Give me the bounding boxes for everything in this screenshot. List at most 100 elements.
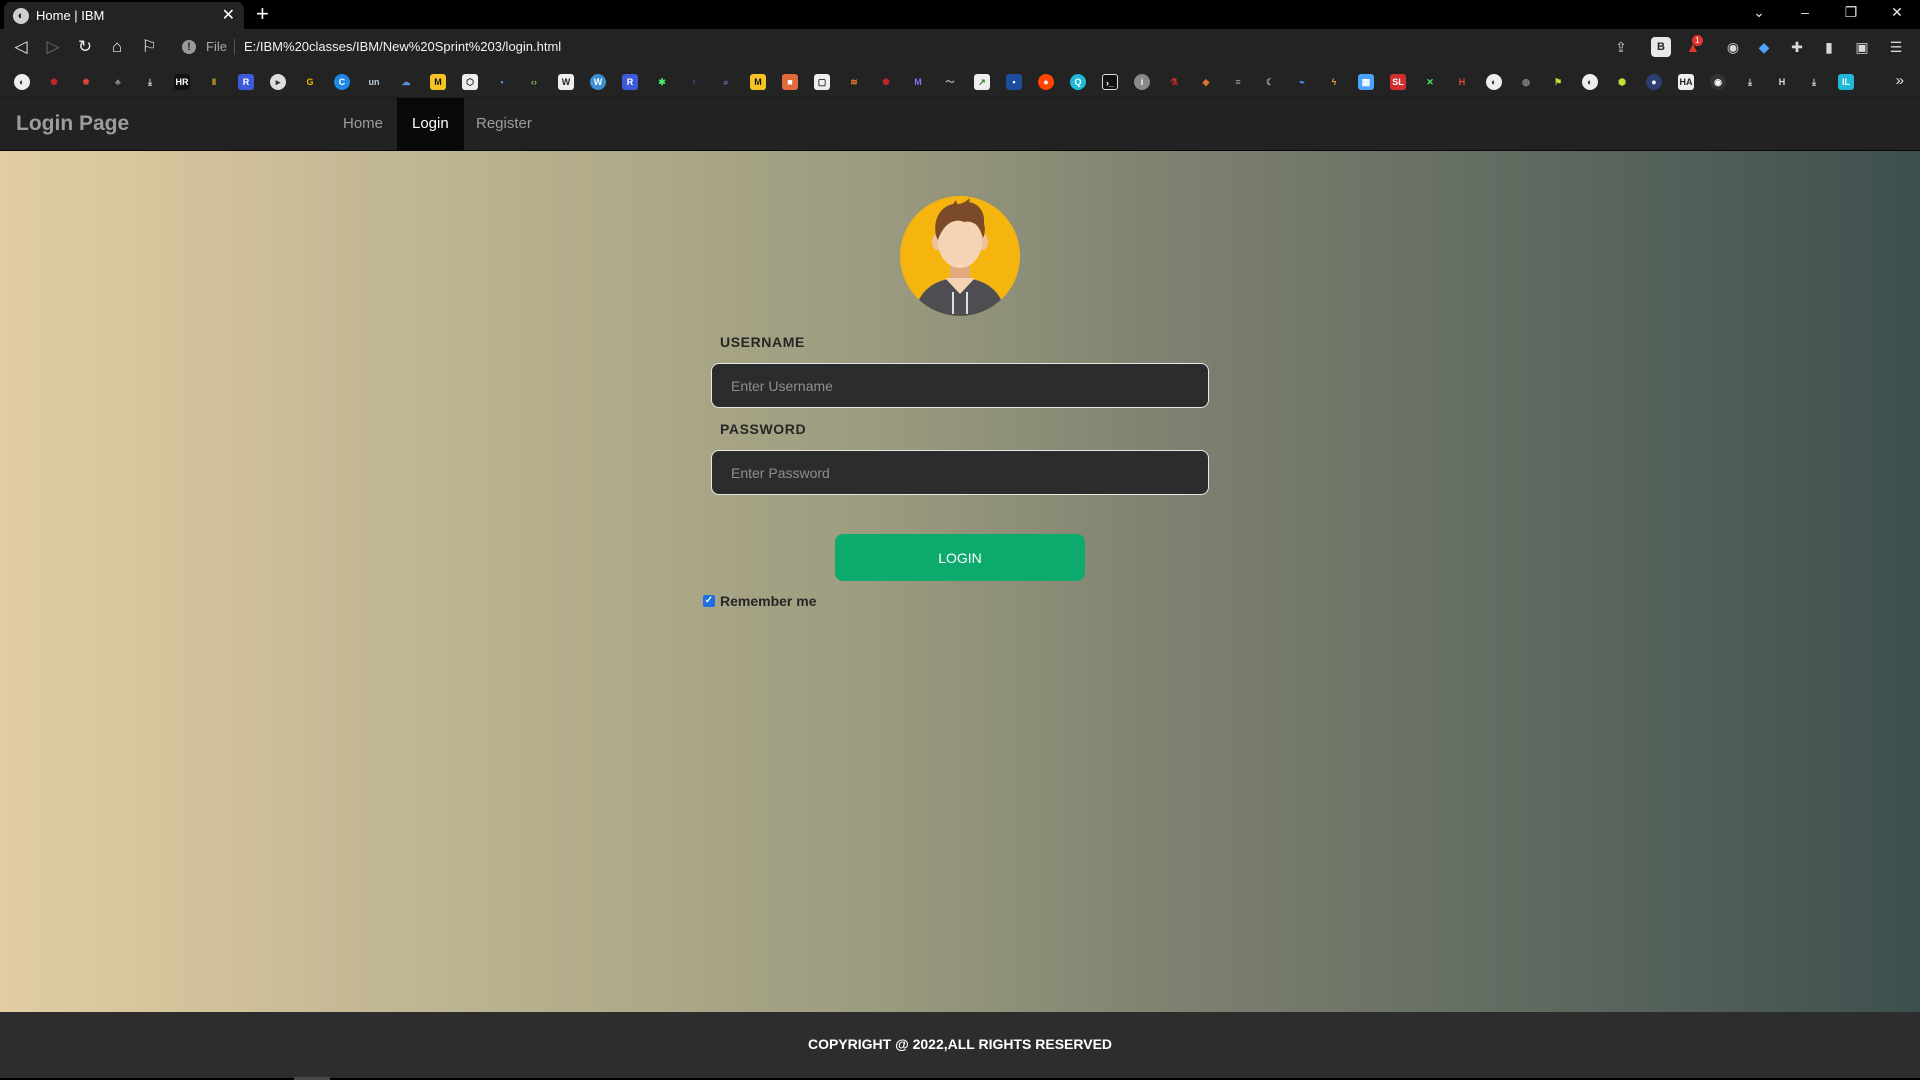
new-tab-button[interactable]: + (256, 2, 269, 26)
info-icon[interactable]: ! (182, 40, 196, 54)
bookmark-download2-icon[interactable]: ⤓ (1742, 74, 1758, 90)
back-button[interactable]: ◁ (10, 36, 32, 58)
bookmark-page-button[interactable]: ⚐ (138, 36, 160, 58)
bookmark-r2-icon[interactable]: R (622, 74, 638, 90)
remember-me-checkbox[interactable]: ✓ (703, 595, 715, 607)
bookmark-terminal-icon[interactable]: ›_ (1102, 74, 1118, 90)
bookmark-wix-icon[interactable]: W (558, 74, 574, 90)
wallet-icon[interactable]: ▣ (1852, 37, 1872, 57)
bookmark-blue-icon[interactable]: ▪ (1006, 74, 1022, 90)
bookmark-m3-icon[interactable]: M (910, 74, 926, 90)
bookmark-navy-icon[interactable]: ● (1646, 74, 1662, 90)
bookmark-m2-icon[interactable]: M (750, 74, 766, 90)
bookmark-globe3-icon[interactable]: ◐ (1582, 74, 1598, 90)
login-button[interactable]: LOGIN (835, 534, 1085, 581)
bookmark-download-icon[interactable]: ⤓ (142, 74, 158, 90)
tab-strip: ◐ Home | IBM ✕ + ⌄ – ❐ ✕ (0, 0, 1920, 29)
password-label: PASSWORD (720, 421, 807, 437)
bookmark-grid-icon[interactable]: ▦ (1358, 74, 1374, 90)
site-brand[interactable]: Login Page (16, 112, 129, 136)
nav-register[interactable]: Register (461, 98, 547, 151)
forward-button[interactable]: ▷ (42, 36, 64, 58)
bookmark-github-icon[interactable]: ◉ (1710, 74, 1726, 90)
bookmark-flask-icon[interactable]: ⚗ (1166, 74, 1182, 90)
remember-me-label[interactable]: Remember me (720, 593, 817, 609)
extension-shield-icon[interactable]: ◆ (1754, 37, 1774, 57)
tab-search-icon[interactable]: ⌄ (1749, 4, 1769, 21)
bookmark-un-icon[interactable]: un (366, 74, 382, 90)
bookmark-hackerrank-icon[interactable]: HR (174, 74, 190, 90)
bookmark-ladder-icon[interactable]: ‖ (206, 74, 222, 90)
bookmark-moon-icon[interactable]: ☾ (1262, 74, 1278, 90)
username-input[interactable] (711, 363, 1209, 408)
bookmark-code-icon[interactable]: ‹› (526, 74, 542, 90)
extensions-puzzle-icon[interactable]: ✚ (1787, 37, 1807, 57)
globe-icon: ◐ (13, 8, 29, 24)
bookmark-codepen-icon[interactable]: ⬡ (462, 74, 478, 90)
bookmark-layers-icon[interactable]: ≡ (1230, 74, 1246, 90)
password-input[interactable] (711, 450, 1209, 495)
menu-icon[interactable]: ☰ (1886, 37, 1906, 57)
bookmark-r-icon[interactable]: R (238, 74, 254, 90)
bookmark-play-icon[interactable]: ▸ (270, 74, 286, 90)
bookmarks-overflow-icon[interactable]: » (1896, 72, 1904, 89)
bookmark-q-icon[interactable]: Q (1070, 74, 1086, 90)
bookmark-arrow-icon[interactable]: ↗ (974, 74, 990, 90)
nav-home[interactable]: Home (328, 98, 398, 151)
extension-bulb-icon[interactable]: ◉ (1723, 37, 1743, 57)
brave-rewards-icon[interactable]: ▲ 1 (1686, 35, 1703, 55)
bookmark-x-icon[interactable]: ✕ (1422, 74, 1438, 90)
bookmark-m-icon[interactable]: M (430, 74, 446, 90)
bookmark-g-icon[interactable]: G (302, 74, 318, 90)
bookmark-asterisk-icon[interactable]: ✱ (654, 74, 670, 90)
site-footer: COPYRIGHT @ 2022,ALL RIGHTS RESERVED (0, 1012, 1920, 1078)
bookmark-bolt-icon[interactable]: ϟ (1326, 74, 1342, 90)
bookmark-flag-icon[interactable]: ⚑ (1550, 74, 1566, 90)
nav-login[interactable]: Login (397, 98, 464, 151)
bookmark-search-icon[interactable]: ⌕ (718, 74, 734, 90)
bookmark-cube-icon[interactable]: ⬢ (1614, 74, 1630, 90)
bookmark-redstar-icon[interactable]: ✺ (878, 74, 894, 90)
bookmark-pin-icon[interactable]: ↑ (686, 74, 702, 90)
bookmark-il-icon[interactable]: IL (1838, 74, 1854, 90)
bookmark-frame-icon[interactable]: ▢ (814, 74, 830, 90)
share-icon[interactable]: ⇪ (1611, 37, 1631, 57)
username-label: USERNAME (720, 334, 805, 350)
bookmark-wordpress-icon[interactable]: W (590, 74, 606, 90)
bookmark-download3-icon[interactable]: ⤓ (1806, 74, 1822, 90)
bookmark-info-icon[interactable]: i (1134, 74, 1150, 90)
address-bar[interactable]: ! File E:/IBM%20classes/IBM/New%20Sprint… (172, 33, 1642, 61)
bookmark-dot-icon[interactable]: • (494, 74, 510, 90)
window-close-button[interactable]: ✕ (1887, 4, 1907, 21)
bookmark-hf-icon[interactable]: H (1454, 74, 1470, 90)
sidebar-icon[interactable]: ▮ (1819, 37, 1839, 57)
bookmark-globe-icon[interactable]: ◐ (14, 74, 30, 90)
bookmark-wifi-icon[interactable]: ⌁ (1294, 74, 1310, 90)
bookmark-bug-icon[interactable]: ✹ (78, 74, 94, 90)
bookmark-stack-icon[interactable]: ≋ (846, 74, 862, 90)
bookmark-redbug-icon[interactable]: ✺ (46, 74, 62, 90)
bookmarks-bar: ◐ ✺ ✹ ♣ ⤓ HR ‖ R ▸ G C un ☁ M ⬡ • ‹› W W… (0, 65, 1920, 98)
restore-button[interactable]: ❐ (1841, 4, 1861, 21)
bookmark-diamond-icon[interactable]: ◈ (1198, 74, 1214, 90)
bookmark-globe2-icon[interactable]: ◐ (1486, 74, 1502, 90)
close-tab-icon[interactable]: ✕ (222, 5, 235, 25)
home-button[interactable]: ⌂ (106, 36, 128, 58)
bookmark-sl-icon[interactable]: SL (1390, 74, 1406, 90)
bookmark-ha-icon[interactable]: HA (1678, 74, 1694, 90)
bookmark-c-icon[interactable]: C (334, 74, 350, 90)
bookmark-spade-icon[interactable]: ♣ (110, 74, 126, 90)
page-viewport: Login Page Home Login Register USERNAME … (0, 98, 1920, 1080)
bookmark-sphere-icon[interactable]: ◍ (1518, 74, 1534, 90)
bookmark-wave-icon[interactable]: 〜 (942, 74, 958, 90)
minimize-button[interactable]: – (1795, 4, 1815, 20)
browser-tab-active[interactable]: ◐ Home | IBM ✕ (4, 2, 244, 29)
bookmark-reddit-icon[interactable]: ● (1038, 74, 1054, 90)
bookmark-cloud-icon[interactable]: ☁ (398, 74, 414, 90)
bookmark-box-icon[interactable]: ■ (782, 74, 798, 90)
reload-button[interactable]: ↻ (74, 36, 96, 58)
brave-shields-icon[interactable]: B (1651, 37, 1671, 57)
url-text[interactable]: E:/IBM%20classes/IBM/New%20Sprint%203/lo… (244, 39, 561, 54)
copyright-text: COPYRIGHT @ 2022,ALL RIGHTS RESERVED (807, 1036, 1113, 1052)
bookmark-h-icon[interactable]: H (1774, 74, 1790, 90)
